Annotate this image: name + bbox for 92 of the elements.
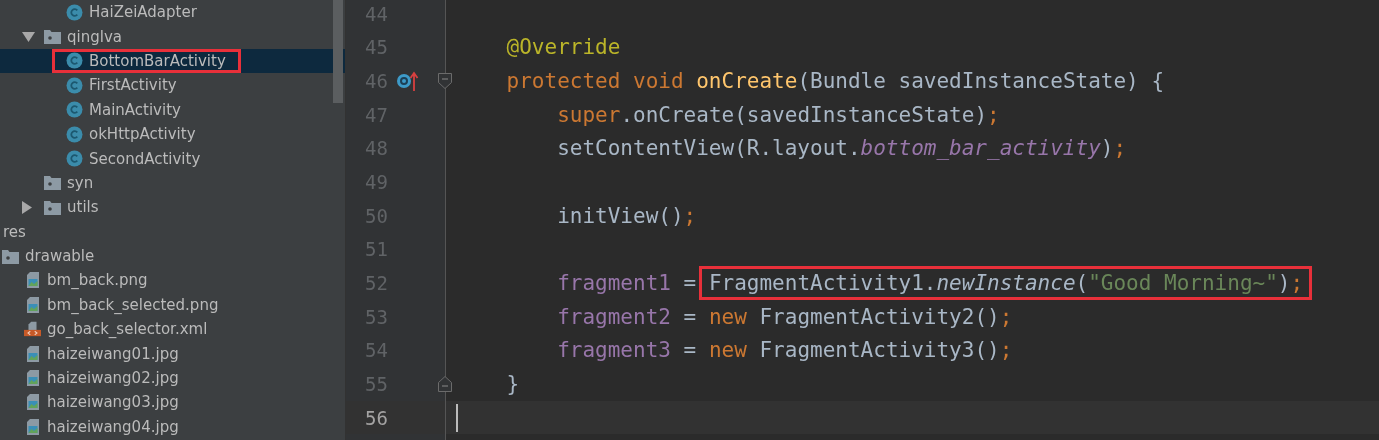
class-icon: [66, 125, 83, 143]
code-token: fragment3: [556, 338, 671, 363]
code-token: protected void: [505, 69, 685, 94]
image-file-icon: [26, 296, 39, 313]
folder-icon: [44, 29, 61, 45]
item-label: bm_back_selected.png: [47, 295, 219, 314]
code-token: .onCreate(savedInstanceState): [620, 102, 988, 127]
item-label: haizeiwang03.jpg: [47, 393, 179, 412]
code-token: (Bundle savedInstanceState) {: [797, 69, 1165, 94]
folder-icon: [44, 199, 61, 215]
code-token: new: [708, 338, 747, 363]
code-token: }: [505, 371, 520, 396]
class-icon: [66, 101, 83, 119]
text-cursor: [456, 403, 458, 432]
scrollbar-thumb[interactable]: [333, 0, 343, 103]
code-token: ): [1277, 270, 1291, 295]
item-label: okHttpActivity: [89, 125, 196, 144]
tree-item[interactable]: go_back_selector.xml: [0, 317, 345, 342]
code-token: ;: [999, 338, 1013, 363]
fold-icon[interactable]: [438, 375, 452, 392]
item-label: drawable: [25, 247, 95, 266]
class-icon: [66, 76, 83, 94]
code-token: @Override: [505, 35, 621, 60]
item-label: res: [3, 222, 26, 241]
code-token: onCreate: [696, 69, 798, 94]
class-icon: [66, 150, 83, 168]
item-label: bm_back.png: [47, 271, 148, 290]
code-token: super: [556, 102, 621, 127]
class-icon: [66, 52, 83, 70]
code-token: fragment2: [556, 304, 671, 329]
tree-item[interactable]: BottomBarActivity: [0, 48, 345, 74]
item-label: haizeiwang01.jpg: [47, 344, 179, 363]
code-token: ;: [987, 102, 1000, 127]
code-token: ;: [1113, 136, 1127, 161]
tree-item[interactable]: HaiZeiAdapter: [0, 0, 345, 25]
code-token: ;: [1290, 270, 1304, 295]
class-icon: [66, 3, 83, 21]
image-file-icon: [26, 394, 39, 411]
code-token: =: [682, 338, 698, 363]
image-file-icon: [26, 272, 39, 289]
image-file-icon: [26, 345, 39, 362]
code-token: fragment1: [556, 270, 671, 295]
tree-item[interactable]: haizeiwang01.jpg: [0, 341, 345, 366]
line-number: 56: [364, 406, 388, 429]
item-label: MainActivity: [89, 100, 181, 119]
item-label: qinglva: [67, 27, 122, 46]
tree-item[interactable]: MainActivity: [0, 97, 345, 122]
code-token: (: [1075, 270, 1089, 295]
tree-item[interactable]: haizeiwang02.jpg: [0, 365, 345, 391]
code-token: newInstance: [936, 270, 1076, 295]
item-label: FirstActivity: [89, 76, 177, 95]
tree-item[interactable]: okHttpActivity: [0, 121, 345, 147]
item-label: syn: [67, 173, 94, 192]
tree-item[interactable]: SecondActivity: [0, 146, 345, 171]
tree-item[interactable]: FirstActivity: [0, 73, 345, 98]
item-label: utils: [67, 198, 99, 217]
tree-item[interactable]: haizeiwang03.jpg: [0, 390, 345, 415]
item-label: HaiZeiAdapter: [89, 3, 197, 22]
code-token: setContentView(R.layout.: [556, 136, 861, 161]
xml-file-icon: [24, 321, 41, 338]
code-token: FragmentActivity2(): [758, 304, 1000, 329]
code-token: =: [682, 270, 698, 295]
folder-icon: [44, 175, 61, 191]
code-token: initView(): [556, 203, 684, 228]
code-token: =: [682, 304, 698, 329]
item-label: haizeiwang02.jpg: [47, 369, 179, 388]
code-token: "Good Morning~": [1088, 270, 1278, 295]
collapsed-arrow-icon[interactable]: [22, 200, 32, 214]
tree-item[interactable]: haizeiwang04.jpg: [0, 414, 345, 440]
override-marker-icon[interactable]: [396, 70, 420, 93]
tree-item[interactable]: utils: [0, 195, 345, 220]
expanded-arrow-icon[interactable]: [22, 31, 35, 42]
image-file-icon: [26, 418, 39, 435]
tree-item[interactable]: syn: [0, 170, 345, 196]
tree-item[interactable]: res: [0, 219, 345, 244]
code-token: ;: [683, 203, 697, 228]
code-token: ): [1100, 136, 1114, 161]
item-label: go_back_selector.xml: [47, 320, 208, 339]
item-label: BottomBarActivity: [89, 51, 226, 70]
code-token: bottom_bar_activity: [860, 136, 1101, 161]
item-label: SecondActivity: [89, 149, 201, 168]
code-token: FragmentActivity1.: [708, 270, 937, 295]
code-token: FragmentActivity3(): [758, 338, 1000, 363]
tree-item[interactable]: qinglva: [0, 24, 345, 49]
tree-item[interactable]: bm_back_selected.png: [0, 292, 345, 318]
code-token: ;: [999, 304, 1013, 329]
item-label: haizeiwang04.jpg: [47, 417, 179, 436]
code-token: new: [708, 304, 747, 329]
fold-icon[interactable]: [438, 73, 452, 90]
tree-item[interactable]: bm_back.png: [0, 268, 345, 293]
tree-item[interactable]: drawable: [0, 243, 345, 269]
image-file-icon: [26, 370, 39, 387]
